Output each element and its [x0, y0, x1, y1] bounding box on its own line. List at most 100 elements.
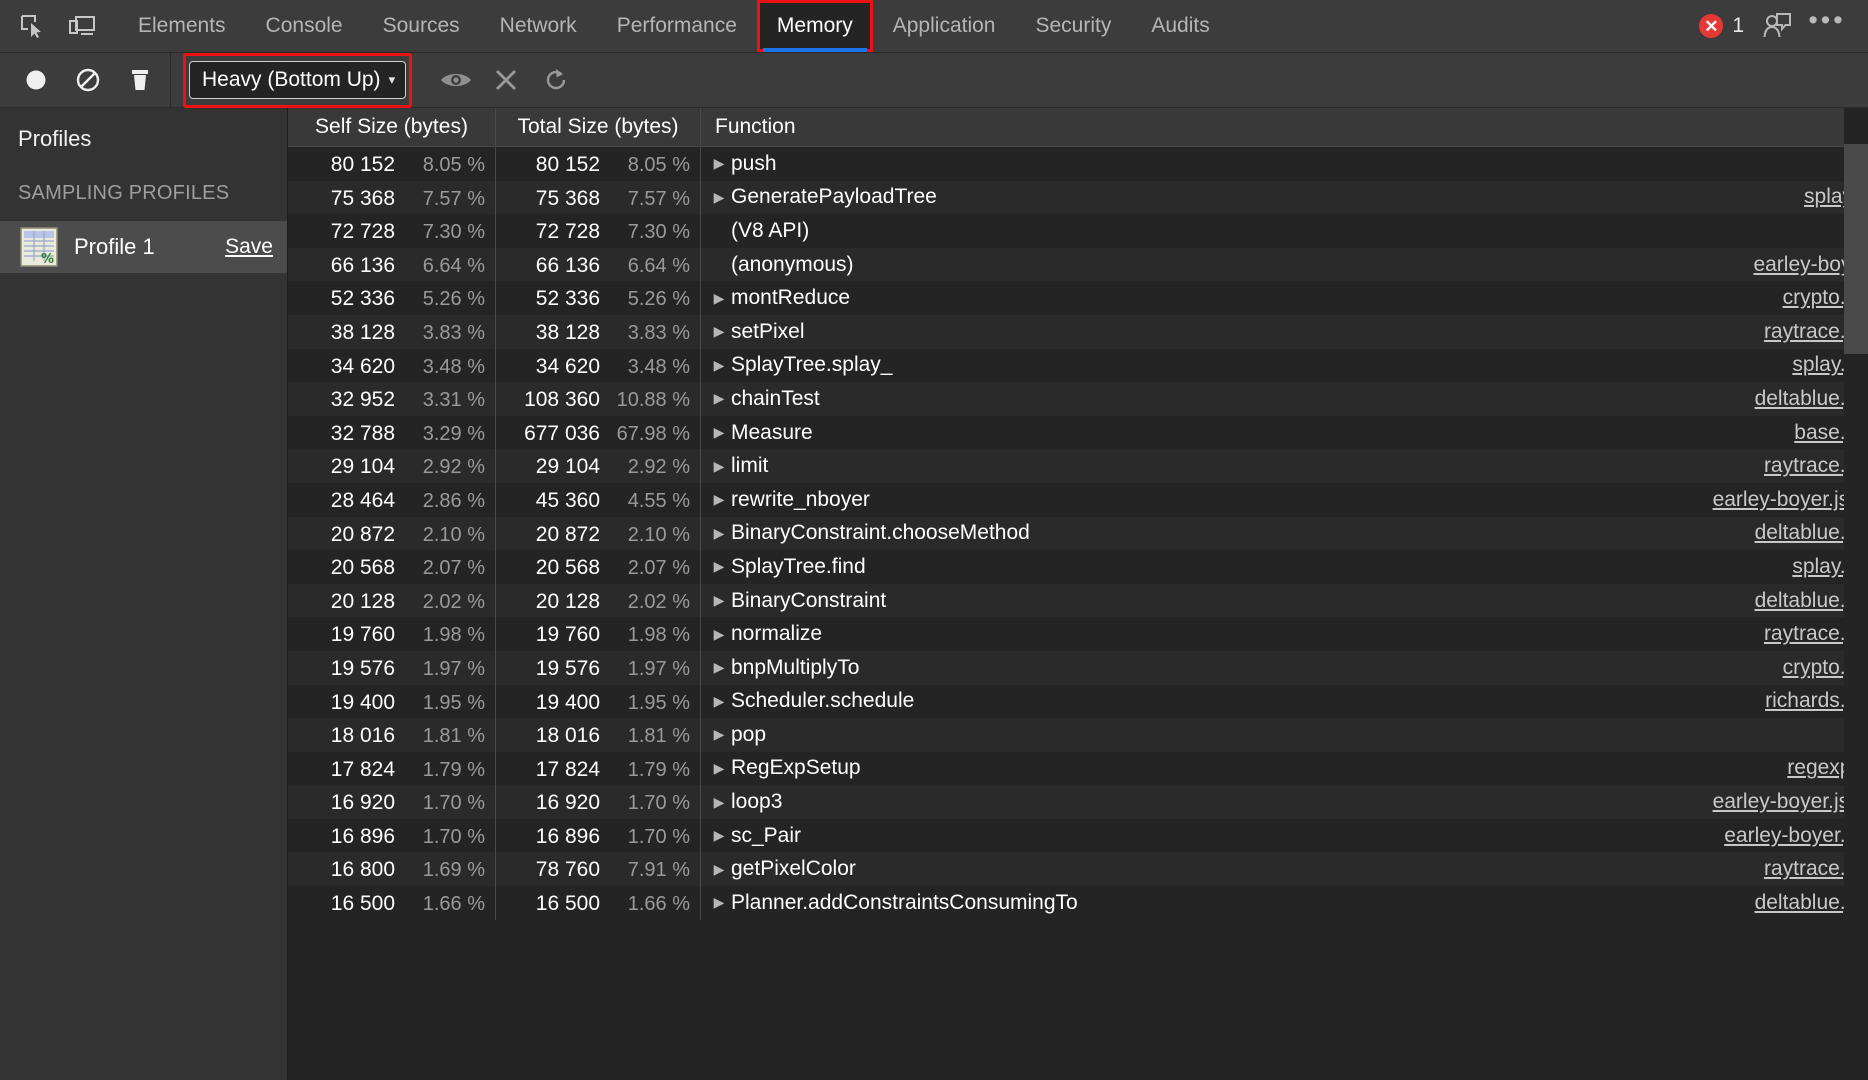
function-name: bnpMultiplyTo — [731, 655, 860, 679]
expand-triangle-icon[interactable]: ▶ — [711, 390, 727, 407]
self-size-percent: 2.86 % — [422, 489, 485, 512]
table-row[interactable]: 19 760 1.98 % 19 760 1.98 % ▶ normalize raytra… — [288, 617, 1868, 651]
self-size-percent: 5.26 % — [422, 288, 485, 311]
restore-all-functions-icon[interactable] — [532, 58, 580, 102]
tab-performance[interactable]: Performance — [597, 0, 757, 52]
column-header-self-size[interactable]: Self Size (bytes) — [288, 108, 496, 146]
expand-triangle-icon[interactable]: ▶ — [711, 693, 727, 710]
cell-function: ▶loop3earley-boyer.js:428 — [701, 785, 1868, 819]
expand-triangle-icon[interactable]: ▶ — [711, 894, 727, 911]
cell-function: ▶montReducecrypto.js:58 — [701, 281, 1868, 315]
table-row[interactable]: 28 464 2.86 % 45 360 4.55 % ▶ rewrite_nboyer e… — [288, 482, 1868, 517]
table-row[interactable]: 18 016 1.81 % 18 016 1.81 % ▶ pop — [288, 718, 1868, 752]
table-row[interactable]: 20 128 2.02 % 20 128 2.02 % ▶ BinaryConstrain… — [288, 583, 1868, 618]
table-row[interactable]: 16 500 1.66 % 16 500 1.66 % ▶ Planner.addCons… — [288, 886, 1868, 920]
tab-security[interactable]: Security — [1015, 0, 1131, 52]
vertical-scrollbar[interactable] — [1844, 108, 1868, 1080]
vertical-scrollbar-thumb[interactable] — [1844, 144, 1868, 354]
expand-triangle-icon[interactable]: ▶ — [711, 357, 727, 374]
tab-network[interactable]: Network — [480, 0, 597, 52]
table-row[interactable]: 20 872 2.10 % 20 872 2.10 % ▶ BinaryConstrain… — [288, 516, 1868, 551]
table-row[interactable]: 34 620 3.48 % 34 620 3.48 % ▶ SplayTree.splay… — [288, 348, 1868, 383]
expand-triangle-icon[interactable]: ▶ — [711, 491, 727, 508]
tab-application[interactable]: Application — [873, 0, 1016, 52]
expand-triangle-icon[interactable]: ▶ — [711, 424, 727, 441]
table-row[interactable]: 66 136 6.64 % 66 136 6.64 % ▶(anonymous)earl… — [288, 247, 1868, 282]
table-row[interactable]: 75 368 7.57 % 75 368 7.57 % ▶ GeneratePayload… — [288, 180, 1868, 215]
sidebar-title: Profiles — [18, 126, 92, 151]
cell-self-size: 29 104 2.92 % — [288, 449, 496, 483]
table-row[interactable]: 16 896 1.70 % 16 896 1.70 % ▶ sc_Pair earley-b… — [288, 818, 1868, 853]
function-name: sc_Pair — [731, 823, 802, 847]
total-size-value: 677 036 — [524, 421, 600, 445]
self-size-value: 28 464 — [330, 488, 395, 512]
expand-triangle-icon[interactable]: ▶ — [711, 592, 727, 609]
self-size-percent: 1.95 % — [422, 691, 485, 714]
tab-memory[interactable]: Memory — [756, 0, 873, 52]
expand-triangle-icon[interactable]: ▶ — [711, 290, 727, 307]
view-mode-selector[interactable]: Heavy (Bottom Up) ▾ — [183, 53, 413, 108]
expand-triangle-icon[interactable]: ▶ — [711, 760, 727, 777]
table-row[interactable]: 19 576 1.97 % 19 576 1.97 % ▶ bnpMultiplyTo cr… — [288, 650, 1868, 685]
table-row[interactable]: 52 336 5.26 % 52 336 5.26 % ▶ montReduce crypt… — [288, 281, 1868, 315]
expand-triangle-icon[interactable]: ▶ — [711, 861, 727, 878]
total-size-percent: 6.64 % — [627, 254, 690, 277]
self-size-percent: 3.29 % — [422, 422, 485, 445]
function-name: RegExpSetup — [731, 756, 861, 780]
view-mode-dropdown[interactable]: Heavy (Bottom Up) ▾ — [189, 61, 407, 99]
expand-triangle-icon[interactable]: ▶ — [711, 794, 727, 811]
column-header-total-size[interactable]: Total Size (bytes) — [496, 108, 701, 146]
self-size-value: 20 128 — [330, 589, 395, 613]
expand-triangle-icon[interactable]: ▶ — [711, 626, 727, 643]
view-mode-label: Heavy (Bottom Up) — [202, 68, 381, 91]
function-name: pop — [731, 722, 767, 746]
table-row[interactable]: 16 800 1.69 % 78 760 7.91 % ▶ getPixelColor ra… — [288, 852, 1868, 887]
table-row[interactable]: 16 920 1.70 % 16 920 1.70 % ▶ loop3 earley-boy… — [288, 785, 1868, 819]
expand-triangle-icon[interactable]: ▶ — [711, 525, 727, 542]
table-row[interactable]: 20 568 2.07 % 20 568 2.07 % ▶ SplayTree.find s… — [288, 550, 1868, 584]
table-row[interactable]: 19 400 1.95 % 19 400 1.95 % ▶ Scheduler.sched… — [288, 684, 1868, 719]
sidebar-item-profile-1[interactable]: % Profile 1 Save — [0, 221, 287, 273]
column-header-function[interactable]: Function — [701, 108, 1868, 146]
device-toolbar-icon[interactable] — [60, 4, 104, 48]
cell-function: ▶normalizeraytrace.js:23 — [701, 617, 1868, 651]
record-button[interactable] — [12, 58, 60, 102]
expand-triangle-icon[interactable]: ▶ — [711, 458, 727, 475]
inspect-element-icon[interactable] — [10, 4, 54, 48]
table-row[interactable]: 29 104 2.92 % 29 104 2.92 % ▶ limit raytrace.j… — [288, 449, 1868, 483]
table-row[interactable]: 32 788 3.29 % 677 036 67.98 % ▶Measurebase.j… — [288, 415, 1868, 450]
expand-triangle-icon[interactable]: ▶ — [711, 726, 727, 743]
expand-triangle-icon[interactable]: ▶ — [711, 155, 727, 172]
more-options-icon[interactable]: ••• — [1804, 4, 1850, 48]
expand-triangle-icon[interactable]: ▶ — [711, 827, 727, 844]
cell-self-size: 28 464 2.86 % — [288, 482, 496, 517]
feedback-icon[interactable] — [1754, 4, 1800, 48]
cell-function: ▶ pop — [701, 718, 1868, 752]
table-row[interactable]: 80 152 8.05 % 80 152 8.05 % ▶ push — [288, 147, 1868, 181]
cell-function: ▶getPixelColorraytrace.js:67 — [701, 852, 1868, 886]
chevron-down-icon: ▾ — [388, 72, 396, 87]
expand-triangle-icon[interactable]: ▶ — [711, 558, 727, 575]
cell-function: ▶setPixelraytrace.js:62 — [701, 315, 1868, 349]
cell-total-size: 677 036 67.98 % — [496, 415, 701, 450]
save-profile-link[interactable]: Save — [225, 235, 273, 259]
total-size-value: 16 896 — [535, 824, 600, 848]
table-row[interactable]: 38 128 3.83 % 38 128 3.83 % ▶ setPixel raytrac… — [288, 314, 1868, 349]
tab-elements[interactable]: Elements — [118, 0, 246, 52]
table-row[interactable]: 72 728 7.30 % 72 728 7.30 % ▶(V8 API) — [288, 214, 1868, 248]
tab-audits[interactable]: Audits — [1131, 0, 1229, 52]
total-size-percent: 1.70 % — [627, 792, 690, 815]
expand-triangle-icon[interactable]: ▶ — [711, 189, 727, 206]
focus-selected-function-icon[interactable] — [432, 58, 480, 102]
clear-button[interactable] — [64, 58, 112, 102]
exclude-selected-function-icon[interactable] — [482, 58, 530, 102]
delete-button[interactable] — [116, 58, 164, 102]
expand-triangle-icon[interactable]: ▶ — [711, 323, 727, 340]
tab-console[interactable]: Console — [246, 0, 363, 52]
function-name: BinaryConstraint.chooseMethod — [731, 521, 1030, 545]
tab-sources[interactable]: Sources — [363, 0, 480, 52]
table-row[interactable]: 32 952 3.31 % 108 360 10.88 % ▶ chainTest delt… — [288, 382, 1868, 416]
table-row[interactable]: 17 824 1.79 % 17 824 1.79 % ▶ RegExpSetup rege… — [288, 751, 1868, 786]
error-count-badge[interactable]: ✕ 1 — [1693, 14, 1750, 38]
expand-triangle-icon[interactable]: ▶ — [711, 659, 727, 676]
